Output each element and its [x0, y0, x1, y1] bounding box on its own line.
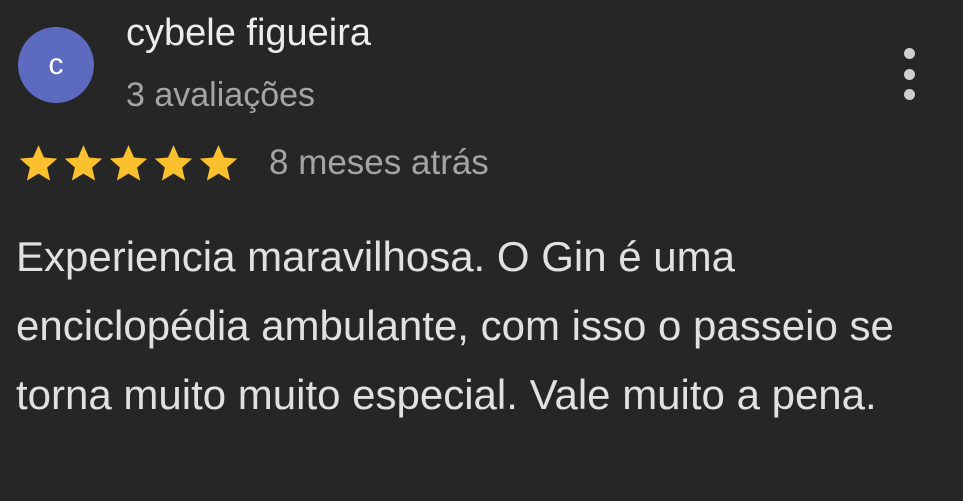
star-icon [106, 141, 151, 186]
star-rating [16, 141, 241, 186]
review-date: 8 meses atrás [269, 143, 489, 182]
more-vert-icon[interactable] [892, 48, 926, 100]
star-icon [151, 141, 196, 186]
menu-dot [903, 68, 915, 80]
menu-dot [903, 48, 915, 59]
avatar-initial: c [48, 48, 64, 81]
avatar[interactable]: c [18, 27, 94, 103]
review-text: Experiencia maravilhosa. O Gin é uma enc… [16, 233, 894, 418]
star-icon [61, 141, 106, 186]
star-icon [16, 141, 61, 186]
rating-row: 8 meses atrás [16, 138, 489, 188]
author-review-count: 3 avaliações [126, 76, 316, 114]
star-icon [196, 141, 241, 186]
menu-dot [903, 89, 915, 100]
author-name[interactable]: cybele figueira [126, 12, 371, 55]
